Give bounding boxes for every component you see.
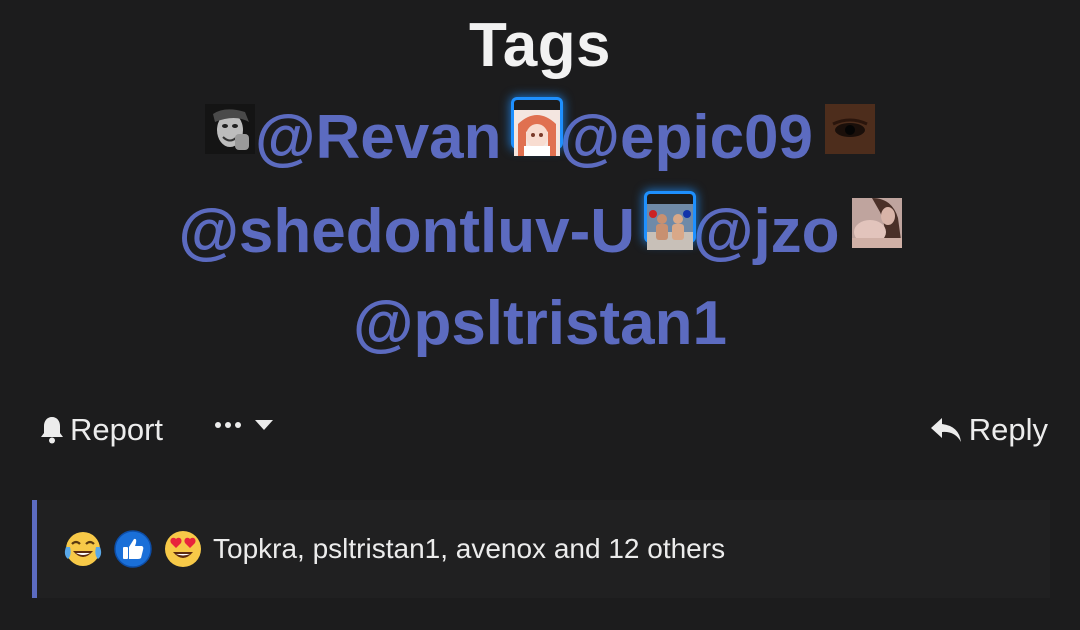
reply-label: Reply — [968, 412, 1048, 447]
mention-jzo[interactable]: @jzo — [693, 196, 840, 268]
mention-line-2: @shedontluv-U @jzo — [0, 196, 1080, 268]
mention-epic09[interactable]: @epic09 — [560, 102, 813, 174]
mention-psltristan1[interactable]: @psltristan1 — [353, 288, 727, 360]
post-action-bar: Report Reply — [38, 412, 1048, 460]
mention-line-1: @Revan @epic09 — [0, 102, 1080, 174]
heart-eyes-emoji-icon[interactable] — [163, 529, 203, 569]
caret-down-icon — [255, 420, 273, 430]
post-heading: Tags — [468, 11, 612, 80]
avatar-anime-girl-icon — [513, 110, 560, 156]
reaction-summary-link[interactable]: Topkra, psltristan1, avenox and 12 other… — [213, 533, 725, 565]
mention-revan[interactable]: @Revan — [255, 102, 502, 174]
avatar-boxers-icon — [647, 204, 693, 250]
avatar-epic09[interactable] — [513, 100, 560, 156]
avatar-jzo[interactable] — [647, 194, 693, 250]
avatar-revan[interactable] — [204, 98, 255, 154]
avatar-shedontluv-u[interactable] — [825, 98, 876, 154]
avatar-photo-bw-icon — [204, 104, 255, 154]
avatar-woman-photo-icon — [851, 198, 902, 248]
report-label: Report — [70, 412, 164, 447]
reactions-bar: Topkra, psltristan1, avenox and 12 other… — [32, 500, 1050, 598]
post-content: Tags @Revan @epic09 @shedontluv-U @jzo @… — [0, 0, 1080, 630]
avatar-eye-closeup-icon — [825, 104, 876, 154]
reply-arrow-icon — [930, 418, 961, 442]
mention-shedontluv-u[interactable]: @shedontluv-U — [178, 196, 635, 268]
report-button[interactable]: Report — [38, 412, 163, 448]
mention-line-3: @psltristan1 — [0, 288, 1080, 360]
thumbs-up-emoji-icon[interactable] — [113, 529, 153, 569]
crying-laughing-emoji-icon[interactable] — [63, 529, 103, 569]
avatar-psltristan1[interactable] — [851, 192, 902, 248]
ellipsis-icon — [215, 422, 241, 428]
bell-icon — [41, 417, 63, 444]
reply-button[interactable]: Reply — [929, 412, 1048, 448]
more-options-button[interactable] — [213, 418, 275, 432]
